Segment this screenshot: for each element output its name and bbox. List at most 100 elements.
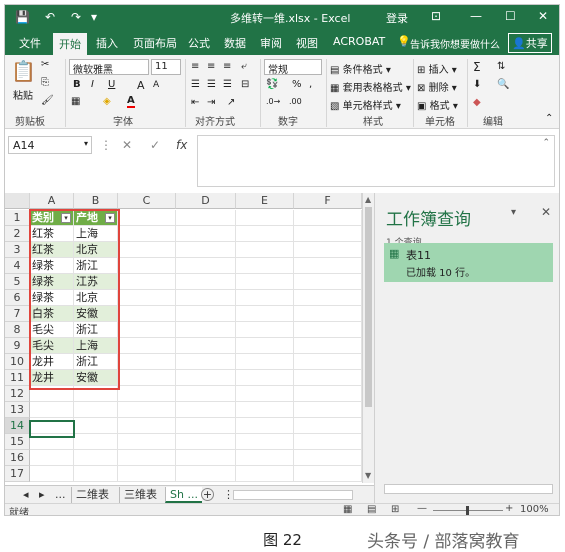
grid-cell[interactable] bbox=[118, 450, 176, 466]
grid-cell[interactable] bbox=[118, 258, 176, 274]
grid-cell[interactable] bbox=[236, 354, 294, 370]
grid-cell[interactable] bbox=[294, 466, 362, 482]
zoom-level[interactable]: 100% bbox=[520, 504, 549, 515]
grid-cell[interactable] bbox=[118, 226, 176, 242]
row-header[interactable]: 4 bbox=[5, 258, 30, 274]
grid-cell[interactable] bbox=[118, 210, 176, 226]
tab-review[interactable]: 审阅 bbox=[260, 35, 282, 51]
sort-filter-icon[interactable]: ⇅ bbox=[497, 61, 505, 72]
grid-cell[interactable] bbox=[74, 402, 118, 418]
grid-cell[interactable] bbox=[176, 354, 236, 370]
grid-cell[interactable] bbox=[118, 354, 176, 370]
grid-cell[interactable] bbox=[294, 210, 362, 226]
row-header[interactable]: 3 bbox=[5, 242, 30, 258]
column-header-a[interactable]: A bbox=[30, 193, 74, 209]
bold-button[interactable]: B bbox=[73, 79, 81, 90]
page-break-view-icon[interactable]: ⊞ bbox=[391, 504, 399, 515]
find-icon[interactable]: 🔍 bbox=[497, 79, 509, 90]
font-size-select[interactable]: 11 bbox=[151, 59, 181, 75]
column-header-e[interactable]: E bbox=[236, 193, 294, 209]
column-header-f[interactable]: F bbox=[294, 193, 362, 209]
cut-icon[interactable]: ✂ bbox=[41, 59, 49, 70]
grid-cell[interactable] bbox=[176, 274, 236, 290]
row-header[interactable]: 12 bbox=[5, 386, 30, 402]
grid-cell[interactable] bbox=[118, 402, 176, 418]
tab-data[interactable]: 数据 bbox=[224, 35, 246, 51]
grid-cell[interactable] bbox=[118, 418, 176, 434]
fill-icon[interactable]: ⬇ bbox=[473, 79, 481, 90]
orientation-icon[interactable]: ↗ bbox=[227, 97, 235, 108]
row-header[interactable]: 16 bbox=[5, 450, 30, 466]
tab-home[interactable]: 开始 bbox=[53, 33, 87, 55]
close-pane-icon[interactable]: ✕ bbox=[541, 205, 551, 219]
tab-view[interactable]: 视图 bbox=[296, 35, 318, 51]
wrap-text-icon[interactable]: ⤶ bbox=[241, 61, 247, 72]
row-header[interactable]: 11 bbox=[5, 370, 30, 386]
number-format-select[interactable]: 常规 bbox=[264, 59, 322, 76]
grid-cell[interactable] bbox=[236, 322, 294, 338]
grid-cell[interactable] bbox=[74, 450, 118, 466]
grid-cell[interactable] bbox=[236, 434, 294, 450]
italic-button[interactable]: I bbox=[91, 79, 94, 90]
sheet-prev-icon[interactable]: ◂ bbox=[19, 487, 33, 503]
grid-cell[interactable] bbox=[294, 386, 362, 402]
grid-cell[interactable] bbox=[294, 418, 362, 434]
grid-cell[interactable] bbox=[118, 290, 176, 306]
grid-cell[interactable] bbox=[236, 418, 294, 434]
currency-icon[interactable]: 💱 bbox=[266, 79, 278, 90]
copy-icon[interactable]: ⎘ bbox=[41, 77, 49, 88]
tell-me-input[interactable]: 告诉我你想要做什么 bbox=[410, 36, 500, 51]
grid-cell[interactable] bbox=[294, 370, 362, 386]
enter-icon[interactable]: ✓ bbox=[150, 138, 160, 152]
grid-cell[interactable] bbox=[236, 258, 294, 274]
align-middle-icon[interactable]: ≡ bbox=[207, 61, 215, 72]
grid-cell[interactable] bbox=[236, 242, 294, 258]
tab-formulas[interactable]: 公式 bbox=[188, 35, 210, 51]
grid-cell[interactable] bbox=[294, 306, 362, 322]
collapse-ribbon-icon[interactable]: ⌃ bbox=[545, 113, 553, 124]
worksheet-grid[interactable]: A B C D E F 1 2 3 4 5 6 7 8 9 10 11 12 13 14 15 16 17 类别… bbox=[5, 193, 362, 485]
grid-cell[interactable] bbox=[176, 258, 236, 274]
column-header-b[interactable]: B bbox=[74, 193, 118, 209]
grid-cell[interactable] bbox=[118, 322, 176, 338]
fill-color-icon[interactable]: ◈ bbox=[103, 96, 111, 107]
pane-scrollbar[interactable] bbox=[384, 484, 553, 494]
grid-cell[interactable] bbox=[118, 370, 176, 386]
grid-cell[interactable] bbox=[236, 306, 294, 322]
grid-cell[interactable] bbox=[176, 242, 236, 258]
sheet-next-icon[interactable]: ▸ bbox=[35, 487, 49, 503]
format-cells-button[interactable]: ▣ 格式 ▾ bbox=[417, 97, 458, 112]
grid-cell[interactable] bbox=[236, 450, 294, 466]
grid-cell[interactable] bbox=[176, 210, 236, 226]
align-bottom-icon[interactable]: ≡ bbox=[223, 61, 231, 72]
select-all-corner[interactable] bbox=[5, 193, 30, 209]
grid-cell[interactable] bbox=[176, 322, 236, 338]
row-header[interactable]: 10 bbox=[5, 354, 30, 370]
grid-cell[interactable] bbox=[294, 354, 362, 370]
grid-cell[interactable] bbox=[176, 418, 236, 434]
scroll-down-icon[interactable]: ▼ bbox=[365, 471, 371, 480]
grid-cell[interactable] bbox=[294, 290, 362, 306]
grid-cell[interactable] bbox=[30, 450, 74, 466]
row-header[interactable]: 15 bbox=[5, 434, 30, 450]
grid-cell[interactable] bbox=[176, 434, 236, 450]
sheet-tab-2d[interactable]: 二维表 bbox=[71, 487, 113, 503]
row-header[interactable]: 9 bbox=[5, 338, 30, 354]
grid-cell[interactable] bbox=[294, 434, 362, 450]
grid-cell[interactable] bbox=[294, 274, 362, 290]
paste-label[interactable]: 粘贴 bbox=[13, 87, 33, 102]
border-icon[interactable]: ▦ bbox=[71, 96, 80, 107]
horizontal-scrollbar[interactable] bbox=[233, 490, 353, 500]
tab-page-layout[interactable]: 页面布局 bbox=[133, 35, 177, 51]
comma-button[interactable]: , bbox=[309, 79, 312, 90]
grid-cell[interactable] bbox=[236, 386, 294, 402]
underline-button[interactable]: U bbox=[108, 79, 115, 90]
grid-cell[interactable] bbox=[30, 402, 74, 418]
grid-cell[interactable] bbox=[236, 402, 294, 418]
font-color-button[interactable]: A bbox=[127, 95, 135, 108]
row-header[interactable]: 7 bbox=[5, 306, 30, 322]
sheet-tab-active[interactable]: Sh ... bbox=[165, 487, 202, 503]
clear-icon[interactable]: ◆ bbox=[473, 97, 481, 108]
zoom-slider-thumb[interactable] bbox=[466, 506, 469, 515]
maximize-button[interactable]: ☐ bbox=[505, 9, 516, 23]
